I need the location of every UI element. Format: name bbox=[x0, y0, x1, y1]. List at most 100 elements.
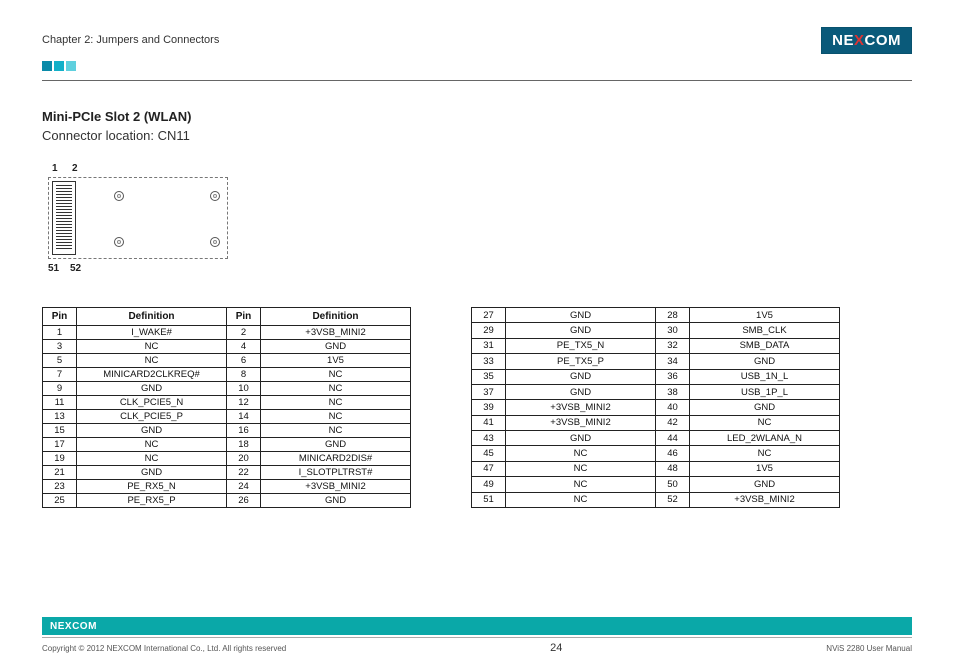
connector-diagram: 1 2 51 52 bbox=[42, 163, 242, 279]
cell-pin: 38 bbox=[656, 384, 690, 399]
page-footer: NEXCOM Copyright © 2012 NEXCOM Internati… bbox=[42, 617, 912, 654]
cell-pin: 21 bbox=[43, 466, 77, 480]
cell-definition: NC bbox=[77, 438, 227, 452]
cell-definition: +3VSB_MINI2 bbox=[506, 400, 656, 415]
cell-definition: SMB_CLK bbox=[690, 323, 840, 338]
cell-pin: 18 bbox=[227, 438, 261, 452]
table-row: 17NC18GND bbox=[43, 438, 411, 452]
cell-definition: MINICARD2DIS# bbox=[261, 452, 411, 466]
table-row: 43GND44LED_2WLANA_N bbox=[472, 431, 840, 446]
cell-definition: NC bbox=[506, 492, 656, 508]
pin-table-right: 27GND281V529GND30SMB_CLK31PE_TX5_N32SMB_… bbox=[471, 307, 840, 508]
cell-pin: 7 bbox=[43, 368, 77, 382]
footer-bar: NEXCOM bbox=[42, 617, 912, 635]
cell-definition: MINICARD2CLKREQ# bbox=[77, 368, 227, 382]
cell-definition: NC bbox=[261, 382, 411, 396]
cell-definition: NC bbox=[690, 415, 840, 430]
cell-pin: 35 bbox=[472, 369, 506, 384]
cell-definition: PE_TX5_N bbox=[506, 338, 656, 353]
cell-definition: +3VSB_MINI2 bbox=[261, 326, 411, 340]
screw-icon bbox=[210, 191, 220, 201]
cell-definition: NC bbox=[506, 477, 656, 492]
cell-pin: 20 bbox=[227, 452, 261, 466]
table-row: 51NC52+3VSB_MINI2 bbox=[472, 492, 840, 508]
cell-definition: GND bbox=[261, 494, 411, 508]
screw-icon bbox=[210, 237, 220, 247]
cell-pin: 12 bbox=[227, 396, 261, 410]
cell-pin: 3 bbox=[43, 340, 77, 354]
cell-pin: 52 bbox=[656, 492, 690, 508]
cell-pin: 51 bbox=[472, 492, 506, 508]
page-header: Chapter 2: Jumpers and Connectors NEXCOM bbox=[42, 28, 912, 52]
cell-pin: 4 bbox=[227, 340, 261, 354]
cell-pin: 34 bbox=[656, 354, 690, 369]
cell-definition: GND bbox=[77, 466, 227, 480]
pin-table-left: Pin Definition Pin Definition 1I_WAKE#2+… bbox=[42, 307, 411, 508]
table-row: 35GND36USB_1N_L bbox=[472, 369, 840, 384]
footer-line: Copyright © 2012 NEXCOM International Co… bbox=[42, 642, 912, 654]
table-row: 7MINICARD2CLKREQ#8NC bbox=[43, 368, 411, 382]
copyright-text: Copyright © 2012 NEXCOM International Co… bbox=[42, 644, 286, 653]
section-subtitle: Connector location: CN11 bbox=[42, 128, 912, 143]
cell-definition: I_SLOTPLTRST# bbox=[261, 466, 411, 480]
cell-definition: NC bbox=[77, 452, 227, 466]
logo-text-mid: X bbox=[854, 32, 865, 49]
th-definition: Definition bbox=[77, 308, 227, 326]
cell-definition: 1V5 bbox=[261, 354, 411, 368]
cell-definition: CLK_PCIE5_P bbox=[77, 410, 227, 424]
pin-label-51: 51 bbox=[48, 263, 59, 274]
table-row: 39+3VSB_MINI240GND bbox=[472, 400, 840, 415]
cell-definition: LED_2WLANA_N bbox=[690, 431, 840, 446]
cell-pin: 14 bbox=[227, 410, 261, 424]
cell-definition: GND bbox=[506, 431, 656, 446]
table-row: 47NC481V5 bbox=[472, 461, 840, 476]
cell-definition: GND bbox=[690, 400, 840, 415]
pin-label-2: 2 bbox=[72, 163, 78, 174]
cell-definition: GND bbox=[77, 424, 227, 438]
table-row: 9GND10NC bbox=[43, 382, 411, 396]
cell-definition: PE_RX5_P bbox=[77, 494, 227, 508]
cell-pin: 2 bbox=[227, 326, 261, 340]
cell-definition: GND bbox=[506, 384, 656, 399]
logo-box: NEXCOM bbox=[821, 27, 912, 54]
cell-definition: NC bbox=[261, 396, 411, 410]
cell-definition: GND bbox=[506, 308, 656, 323]
cell-definition: NC bbox=[261, 410, 411, 424]
table-row: 23PE_RX5_N24+3VSB_MINI2 bbox=[43, 480, 411, 494]
cell-pin: 5 bbox=[43, 354, 77, 368]
cell-definition: GND bbox=[690, 477, 840, 492]
cell-definition: 1V5 bbox=[690, 461, 840, 476]
table-row: 19NC20MINICARD2DIS# bbox=[43, 452, 411, 466]
cell-pin: 50 bbox=[656, 477, 690, 492]
cell-pin: 31 bbox=[472, 338, 506, 353]
header-rule bbox=[42, 80, 912, 81]
pin-label-1: 1 bbox=[52, 163, 58, 174]
cell-definition: PE_TX5_P bbox=[506, 354, 656, 369]
cell-pin: 8 bbox=[227, 368, 261, 382]
cell-pin: 41 bbox=[472, 415, 506, 430]
chapter-title: Chapter 2: Jumpers and Connectors bbox=[42, 34, 219, 46]
cell-pin: 26 bbox=[227, 494, 261, 508]
table-row: 41+3VSB_MINI242NC bbox=[472, 415, 840, 430]
table-row: 33PE_TX5_P34GND bbox=[472, 354, 840, 369]
table-row: 21GND22I_SLOTPLTRST# bbox=[43, 466, 411, 480]
cell-definition: NC bbox=[261, 424, 411, 438]
cell-pin: 9 bbox=[43, 382, 77, 396]
cell-pin: 6 bbox=[227, 354, 261, 368]
cell-pin: 32 bbox=[656, 338, 690, 353]
cell-pin: 25 bbox=[43, 494, 77, 508]
cell-definition: +3VSB_MINI2 bbox=[506, 415, 656, 430]
cell-definition: NC bbox=[77, 340, 227, 354]
square-icon bbox=[42, 61, 52, 71]
footer-logo: NEXCOM bbox=[50, 621, 97, 632]
logo-text-post: COM bbox=[865, 32, 902, 49]
cell-definition: GND bbox=[261, 340, 411, 354]
table-row: 27GND281V5 bbox=[472, 308, 840, 323]
pin-label-52: 52 bbox=[70, 263, 81, 274]
cell-pin: 37 bbox=[472, 384, 506, 399]
th-pin: Pin bbox=[43, 308, 77, 326]
square-icon bbox=[54, 61, 64, 71]
table-row: 1I_WAKE#2+3VSB_MINI2 bbox=[43, 326, 411, 340]
table-row: 29GND30SMB_CLK bbox=[472, 323, 840, 338]
cell-pin: 1 bbox=[43, 326, 77, 340]
